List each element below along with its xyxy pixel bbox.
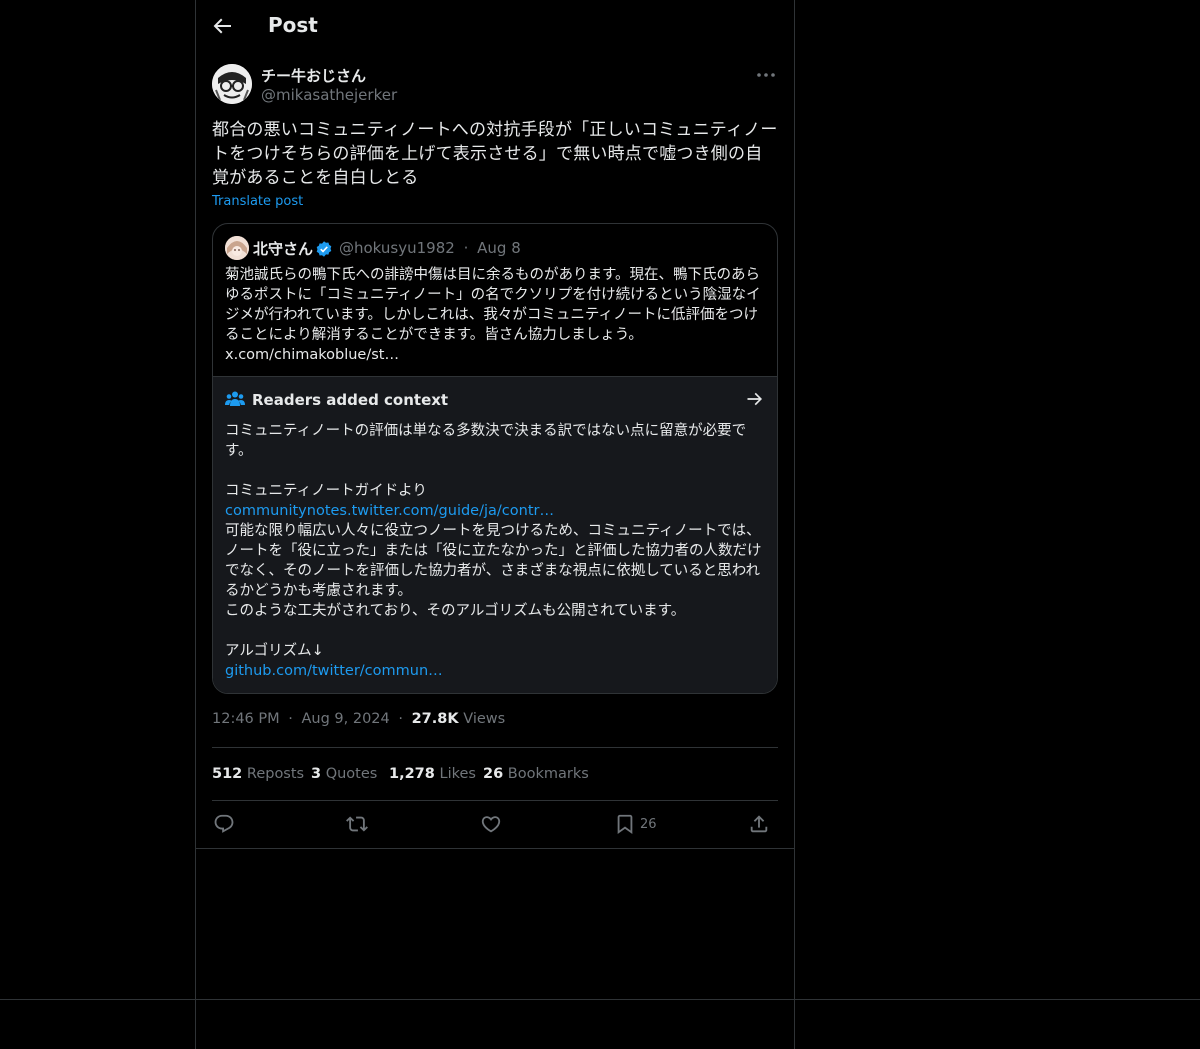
bookmarks-stat[interactable]: 26 Bookmarks: [483, 766, 589, 782]
bottom-divider: [0, 999, 1200, 1000]
quoted-post-header: 北守さん @hokusyu1982 · Aug 8: [225, 236, 765, 260]
reposts-count: 512: [212, 766, 243, 782]
meta-dot: ·: [288, 711, 293, 727]
community-note-header: Readers added context: [225, 389, 765, 411]
likes-label: Likes: [439, 766, 476, 782]
share-button[interactable]: [748, 813, 770, 837]
community-note-body: コミュニティノートの評価は単なる多数決で決まる訳ではない点に留意が必要です。 コ…: [225, 421, 769, 681]
bookmarks-count: 26: [483, 766, 504, 782]
share-icon: [750, 815, 768, 833]
community-note-panel[interactable]: Readers added context コミュニティノートの評価は単なる多数…: [213, 376, 777, 693]
page-header: Post: [196, 0, 794, 53]
right-column-border: [794, 0, 795, 1049]
post-time[interactable]: 12:46 PM: [212, 711, 280, 727]
quoted-post-meta: @hokusyu1982 · Aug 8: [339, 239, 521, 257]
quoted-author-name[interactable]: 北守さん: [253, 238, 313, 259]
repost-button[interactable]: [346, 813, 368, 837]
reply-button[interactable]: [213, 813, 235, 837]
quoted-avatar-image: [225, 236, 249, 260]
more-options-button[interactable]: [754, 64, 778, 86]
bookmark-button[interactable]: 26: [614, 813, 674, 837]
like-icon: [481, 816, 501, 833]
author-handle[interactable]: @mikasathejerker: [261, 86, 397, 104]
likes-stat[interactable]: 1,278 Likes: [389, 766, 476, 782]
verified-badge-icon: [316, 241, 332, 257]
likes-count: 1,278: [389, 766, 435, 782]
community-note-title: Readers added context: [252, 391, 449, 409]
post-detail-column: Post チー牛おじさん @mikasathejerker 都合の悪いコミュニテ…: [196, 0, 794, 849]
quoted-author-avatar[interactable]: [225, 236, 249, 260]
views-count: 27.8K: [411, 711, 459, 727]
reply-icon: [214, 814, 234, 833]
like-button[interactable]: [480, 813, 502, 837]
quoted-post-card[interactable]: 北守さん @hokusyu1982 · Aug 8 菊池誠氏らの鴨下氏への誹謗中…: [212, 223, 778, 694]
quotes-stat[interactable]: 3 Quotes: [311, 766, 377, 782]
meta-separator: ·: [463, 239, 469, 257]
translate-post-link[interactable]: Translate post: [212, 194, 303, 209]
note-paragraph-1: コミュニティノートの評価は単なる多数決で決まる訳ではない点に留意が必要です。: [225, 423, 747, 459]
repost-icon: [346, 816, 368, 832]
action-bar: 26: [212, 801, 778, 847]
quoted-author-handle[interactable]: @hokusyu1982: [339, 239, 455, 257]
views-label: Views: [463, 711, 506, 727]
author-avatar[interactable]: [212, 64, 252, 104]
note-guide-heading: コミュニティノートガイドより: [225, 483, 427, 499]
bookmark-icon: [617, 814, 633, 835]
reposts-stat[interactable]: 512 Reposts: [212, 766, 304, 782]
arrow-left-icon: [213, 18, 231, 34]
quoted-post-date[interactable]: Aug 8: [477, 239, 521, 257]
meta-dot: ·: [398, 711, 403, 727]
people-icon: [225, 391, 245, 406]
more-horizontal-icon: [757, 73, 775, 77]
quoted-post-link[interactable]: x.com/chimakoblue/st…: [225, 347, 399, 363]
note-algorithm-heading: アルゴリズム↓: [225, 643, 324, 659]
author-display-name[interactable]: チー牛おじさん: [261, 65, 366, 86]
quoted-post-text: 菊池誠氏らの鴨下氏への誹謗中傷は目に余るものがあります。現在、鴨下氏のあらゆるポ…: [225, 265, 767, 365]
quotes-label: Quotes: [325, 766, 378, 782]
reposts-label: Reposts: [246, 766, 305, 782]
post-date[interactable]: Aug 9, 2024: [301, 711, 389, 727]
note-guide-link[interactable]: communitynotes.twitter.com/guide/ja/cont…: [225, 503, 554, 519]
quotes-count: 3: [311, 766, 322, 782]
note-paragraph-3: 可能な限り幅広い人々に役立つノートを見つけるため、コミュニティノートでは、ノート…: [225, 523, 762, 619]
bookmarks-label: Bookmarks: [507, 766, 589, 782]
post-author: チー牛おじさん @mikasathejerker: [212, 64, 778, 106]
avatar-image: [212, 64, 252, 104]
back-button[interactable]: [210, 14, 236, 40]
engagement-stats: 512 Reposts 3 Quotes 1,278 Likes 26 Book…: [212, 747, 778, 801]
post-text: 都合の悪いコミュニティノートへの対抗手段が「正しいコミュニティノートをつけそちら…: [212, 120, 778, 188]
quoted-post-body: 菊池誠氏らの鴨下氏への誹謗中傷は目に余るものがあります。現在、鴨下氏のあらゆるポ…: [225, 267, 761, 343]
post-timestamp: 12:46 PM · Aug 9, 2024 · 27.8K Views: [212, 711, 505, 727]
note-github-link[interactable]: github.com/twitter/commun…: [225, 663, 443, 679]
page-title: Post: [268, 13, 318, 37]
arrow-right-icon[interactable]: [745, 389, 765, 409]
bookmark-count: 26: [640, 817, 657, 832]
